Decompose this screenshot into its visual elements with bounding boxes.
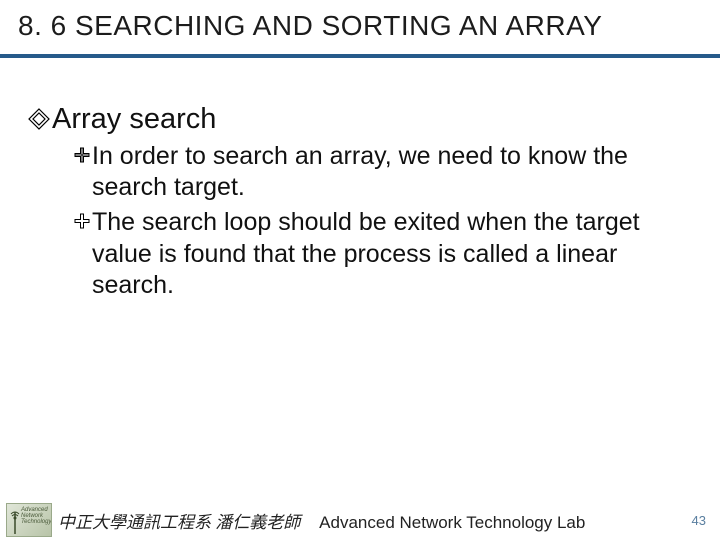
footer: Advanced Network Technology 中正大學通訊工程系 潘仁… xyxy=(0,500,720,540)
footer-zh: 中正大學通訊工程系 潘仁義老師 xyxy=(58,513,300,532)
slide-body: Array search In order to search an array… xyxy=(0,58,720,301)
bullet-text: In order to search an array, we need to … xyxy=(92,141,682,204)
section-heading: Array search xyxy=(52,102,216,137)
slide-title: 8. 6 SEARCHING AND SORTING AN ARRAY xyxy=(18,10,702,42)
page-number: 43 xyxy=(692,513,706,528)
logo-text-line: Technology xyxy=(21,519,49,525)
footer-text: 中正大學通訊工程系 潘仁義老師 Advanced Network Technol… xyxy=(58,508,585,533)
footer-lab: Advanced Network Technology Lab xyxy=(319,513,585,532)
list-item: In order to search an array, we need to … xyxy=(28,141,692,204)
antenna-icon xyxy=(9,508,21,534)
diamond-bullet-icon xyxy=(28,108,50,135)
slide: 8. 6 SEARCHING AND SORTING AN ARRAY Arra… xyxy=(0,0,720,540)
section-heading-row: Array search xyxy=(28,102,692,137)
title-area: 8. 6 SEARCHING AND SORTING AN ARRAY xyxy=(0,0,720,58)
cross-bullet-icon xyxy=(74,147,90,168)
bullet-text: The search loop should be exited when th… xyxy=(92,207,682,301)
footer-logo: Advanced Network Technology xyxy=(6,503,52,537)
cross-bullet-icon xyxy=(74,213,90,234)
list-item: The search loop should be exited when th… xyxy=(28,207,692,301)
